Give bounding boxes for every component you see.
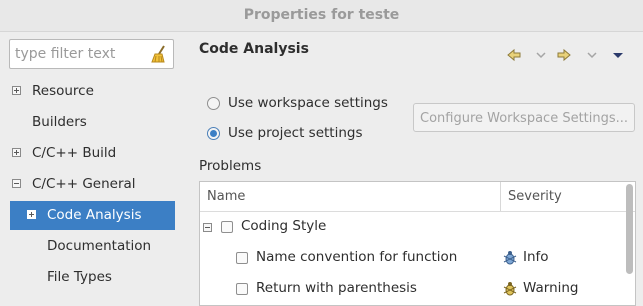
- radio-button[interactable]: [207, 127, 220, 140]
- tree-item-label: File Types: [47, 269, 112, 285]
- column-divider[interactable]: [500, 182, 501, 211]
- radio-button[interactable]: [207, 97, 220, 110]
- problems-label: Problems: [199, 158, 262, 174]
- forward-arrow-icon[interactable]: [556, 47, 572, 63]
- chevron-down-icon[interactable]: [533, 47, 549, 63]
- table-row[interactable]: Name convention for function Info: [200, 243, 624, 274]
- collapse-icon[interactable]: [203, 223, 212, 232]
- radio-label: Use project settings: [228, 125, 363, 141]
- tree-item-resource[interactable]: Resource: [10, 77, 175, 106]
- tree-item-label: Code Analysis: [47, 207, 142, 223]
- tree-item-builders[interactable]: Builders: [10, 108, 175, 137]
- problem-name: Return with parenthesis: [256, 280, 417, 296]
- window-title: Properties for teste: [243, 7, 400, 23]
- warning-bug-icon: [503, 282, 517, 296]
- chevron-down-icon[interactable]: [584, 47, 600, 63]
- collapse-icon[interactable]: [12, 179, 21, 188]
- vertical-scrollbar[interactable]: [626, 184, 633, 274]
- tree-item-cpp-build[interactable]: C/C++ Build: [10, 139, 175, 168]
- tree-item-label: C/C++ General: [32, 176, 136, 192]
- expand-icon[interactable]: [12, 148, 21, 157]
- column-header-name[interactable]: Name: [207, 182, 245, 211]
- expand-icon[interactable]: [12, 86, 21, 95]
- checkbox[interactable]: [236, 252, 248, 264]
- tree-item-label: C/C++ Build: [32, 145, 117, 161]
- info-bug-icon: [503, 251, 517, 265]
- table-row[interactable]: Coding Style: [200, 212, 624, 243]
- severity-value: Warning: [523, 280, 579, 296]
- radio-label: Use workspace settings: [228, 95, 388, 111]
- tree-item-label: Resource: [32, 83, 94, 99]
- title-bar: Properties for teste: [0, 0, 643, 32]
- tree-item-cpp-general[interactable]: C/C++ General: [10, 170, 175, 199]
- view-menu-icon[interactable]: [610, 47, 626, 63]
- tree-item-code-analysis[interactable]: Code Analysis: [10, 201, 175, 230]
- filter-input[interactable]: [15, 45, 150, 63]
- configure-workspace-settings-button[interactable]: Configure Workspace Settings...: [413, 103, 635, 132]
- problems-table: Name Severity Coding Style Name conventi…: [199, 181, 636, 306]
- filter-box[interactable]: [9, 39, 174, 69]
- back-arrow-icon[interactable]: [506, 47, 522, 63]
- broom-icon[interactable]: [149, 44, 169, 64]
- checkbox[interactable]: [221, 221, 233, 233]
- table-row[interactable]: Return with parenthesis Warning: [200, 274, 624, 305]
- tree-item-label: Documentation: [47, 238, 152, 254]
- tree-item-label: Builders: [32, 114, 87, 130]
- tree-item-file-types[interactable]: File Types: [10, 263, 175, 292]
- problem-name: Coding Style: [241, 218, 327, 234]
- tree-item-documentation[interactable]: Documentation: [10, 232, 175, 261]
- column-header-severity[interactable]: Severity: [508, 182, 562, 211]
- problem-name: Name convention for function: [256, 249, 458, 265]
- table-header: Name Severity: [200, 182, 635, 212]
- checkbox[interactable]: [236, 283, 248, 295]
- severity-value: Info: [523, 249, 549, 265]
- expand-icon[interactable]: [27, 210, 36, 219]
- page-title: Code Analysis: [199, 41, 309, 57]
